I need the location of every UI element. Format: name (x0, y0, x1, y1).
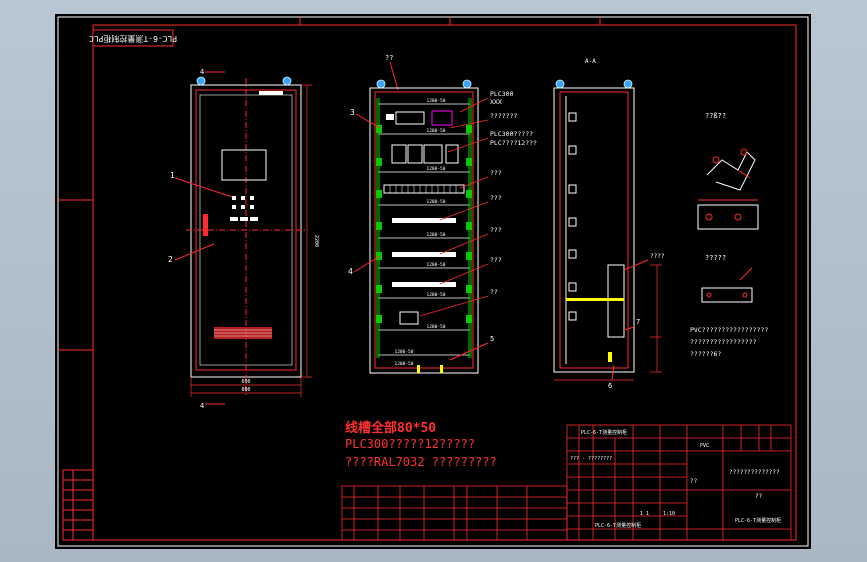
callout-2: 2 (168, 255, 173, 264)
annotation: ??? (490, 226, 502, 234)
callout-5: 5 (490, 335, 494, 343)
rail-label: 1200-50 (427, 166, 446, 172)
note-line-2: PLC300?????12????? (345, 437, 475, 451)
side-annotation: ???? (650, 253, 665, 260)
callout-7: 7 (636, 318, 640, 326)
annotation: PLC300 (490, 90, 514, 98)
annotation: ??? (490, 256, 502, 264)
height-dim: 2200 (313, 235, 319, 247)
rail-label: 1200-50 (427, 292, 446, 298)
rotated-title: PLC-6-T测量控制柜PLC (89, 34, 177, 44)
note-line-1: 线槽全部80*50 (345, 420, 436, 436)
rail-label: 1200-50 (395, 349, 414, 355)
tb-drawing-title: PLC-6-T测量控制柜 (595, 522, 641, 529)
callout-6: 6 (608, 382, 612, 390)
detail-note-1: PVC????????????????? (690, 326, 768, 334)
rail-label: 1200-50 (427, 199, 446, 205)
interior-top-label: ?? (385, 54, 393, 62)
tb-name: ?? (690, 478, 698, 485)
annotation: ??? (490, 194, 502, 202)
tb-designer: PVC (700, 443, 709, 449)
button-panel (230, 196, 258, 221)
rail-label: 1200-50 (427, 262, 446, 268)
annotation: ??????? (490, 112, 517, 120)
tb-sheet-no: 1 1 (640, 511, 649, 517)
side-view-title: A-A (585, 58, 596, 65)
tb-material: ?????????????? (729, 469, 780, 476)
door-handle (203, 214, 208, 236)
callout-4: 4 (348, 267, 353, 276)
rail-label: 1200-50 (427, 128, 446, 134)
detail-label-2: ????? (705, 254, 726, 262)
rail-label: 1200-50 (427, 324, 446, 330)
tb-revision: ??? · ???????? (570, 456, 612, 462)
bottom-section-mark: 4 (200, 402, 204, 410)
annotation: ??? (490, 169, 502, 177)
tb-qty: ?? (755, 493, 763, 500)
rail-label: 1200-50 (427, 232, 446, 238)
detail-note-2: ????????????????? (690, 338, 757, 346)
width-dim-1: 600 (241, 379, 250, 385)
top-section-mark: 4 (200, 68, 204, 76)
callout-3: 3 (350, 108, 355, 117)
callout-1: 1 (170, 171, 175, 180)
detail-label-1: ??ß?? (705, 112, 726, 120)
annotation: ?? (490, 288, 498, 296)
tb-drawing-number: PLC-6-T测量控制柜 (735, 517, 781, 524)
rail-label: 1200-50 (427, 98, 446, 104)
rail-label: 1200-50 (395, 361, 414, 367)
annotation: PLC????12??? (490, 139, 537, 147)
tb-company-header: PLC-6-T测量控制柜 (581, 429, 627, 436)
width-dim-2: 800 (241, 387, 250, 393)
detail-note-3: ??????6? (690, 350, 721, 358)
annotation: PLC300????? (490, 130, 533, 138)
annotation: XXX (490, 98, 502, 106)
tb-scale: 1:10 (663, 511, 675, 517)
cad-viewport[interactable]: PLC-6-T测量控制柜PLC 1 2 4 4 600 800 2200 ?? … (0, 0, 867, 562)
note-line-3: ????RAL7032 ????????? (345, 455, 497, 469)
